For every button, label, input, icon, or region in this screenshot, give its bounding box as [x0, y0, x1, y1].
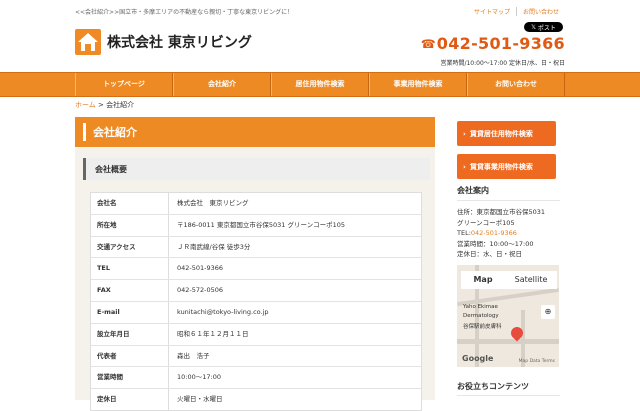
- nav-item-business[interactable]: 事業用物件検索: [369, 73, 467, 96]
- nav-item-residential[interactable]: 居住用物件検索: [271, 73, 369, 96]
- table-value: 042-501-9366: [168, 258, 421, 280]
- page-title-text: 会社紹介: [93, 126, 137, 139]
- useful-content-title: お役立ちコンテンツ: [457, 381, 560, 396]
- breadcrumb-home[interactable]: ホーム: [75, 101, 96, 109]
- table-label: TEL: [97, 264, 111, 273]
- google-logo: Google: [462, 354, 494, 363]
- sitemap-link[interactable]: サイトマップ: [468, 7, 516, 16]
- closed-line: 定休日：水、日・祝日: [457, 250, 522, 258]
- table-row: FAX 042-572-0506: [91, 280, 421, 302]
- table-row: E-mail kunitachi@tokyo-living.co.jp: [91, 301, 421, 324]
- contact-link[interactable]: お問い合わせ: [515, 7, 565, 16]
- hours-line: 営業時間：10:00〜17:00: [457, 239, 534, 248]
- top-links: サイトマップ お問い合わせ: [468, 7, 565, 16]
- table-label: 交通アクセス: [97, 242, 136, 251]
- map-tab[interactable]: Map: [461, 271, 505, 289]
- sidebar: › 賃貸居住用物件検索 › 賃貸事業用物件検索 会社案内 住所：東京都国立市谷保…: [457, 117, 568, 400]
- header: <<会社紹介>>国立市・多摩エリアの不動産なら親切・丁寧な東京リビングに！ サイ…: [0, 0, 640, 72]
- company-logo[interactable]: 株式会社 東京リビング: [75, 29, 252, 55]
- tel-line: TEL:042-501-9366: [457, 228, 568, 239]
- business-hours: 営業時間/10:00〜17:00 定休日/水、日・祝日: [440, 60, 565, 67]
- section-heading-text: 会社概要: [95, 165, 127, 174]
- map-label-3: 谷保駅前皮膚科: [463, 324, 502, 330]
- breadcrumb-separator: >: [98, 101, 104, 109]
- table-value: 株式会社 東京リビング: [168, 193, 421, 214]
- table-label: 設立年月日: [97, 329, 130, 338]
- table-value: 〒186-0011 東京都国立市谷保5031 グリーンコーポ105: [168, 214, 421, 236]
- site-tagline: <<会社紹介>>国立市・多摩エリアの不動産なら親切・丁寧な東京リビングに！: [75, 9, 294, 16]
- address-line-2: グリーンコーポ105: [457, 218, 515, 227]
- table-row: 所在地 〒186-0011 東京都国立市谷保5031 グリーンコーポ105: [91, 214, 421, 237]
- address-line-1: 住所：東京都国立市谷保5031: [457, 208, 546, 216]
- company-table: 会社名 株式会社 東京リビング 所在地 〒186-0011 東京都国立市谷保5031…: [90, 192, 422, 411]
- nav-item-company[interactable]: 会社紹介: [173, 73, 271, 96]
- table-label: 代表者: [97, 351, 117, 360]
- chevron-right-icon: ›: [463, 129, 466, 138]
- house-icon: [75, 29, 101, 55]
- business-search-label: 賃貸事業用物件検索: [469, 162, 533, 171]
- map-label-1: Yaho Ekimae: [463, 304, 498, 310]
- chevron-right-icon: ›: [463, 162, 466, 171]
- phone-number: 042-501-9366: [436, 34, 565, 53]
- breadcrumb: ホーム > 会社紹介: [75, 100, 134, 110]
- table-row: 代表者 森出 浩子: [91, 345, 421, 368]
- table-label: E-mail: [97, 307, 120, 316]
- google-map[interactable]: Map Satellite ⊕ Yaho Ekimae Dermatology …: [457, 265, 559, 367]
- table-value: 昭和６１年１２月１１日: [168, 323, 421, 345]
- business-search-button[interactable]: › 賃貸事業用物件検索: [457, 154, 556, 179]
- table-row: 会社名 株式会社 東京リビング: [91, 193, 421, 215]
- tel-label: TEL:: [457, 229, 471, 237]
- phone-block[interactable]: ☎ 042-501-9366: [421, 34, 565, 53]
- main-content: 会社紹介 会社概要 会社名 株式会社 東京リビング 所在地 〒186-0011 東京…: [75, 117, 435, 411]
- table-value: 042-572-0506: [168, 280, 421, 301]
- table-row: TEL 042-501-9366: [91, 258, 421, 281]
- map-zoom-icon[interactable]: ⊕: [541, 305, 555, 319]
- map-label-2: Dermatology: [463, 313, 499, 319]
- table-row: 交通アクセス ＪＲ南武線/谷保 徒歩3分: [91, 236, 421, 259]
- map-footer[interactable]: Map Data Terms: [519, 359, 555, 364]
- residential-search-button[interactable]: › 賃貸居住用物件検索: [457, 121, 556, 146]
- table-value: kunitachi@tokyo-living.co.jp: [168, 301, 421, 323]
- table-label: FAX: [97, 286, 111, 295]
- nav-item-top[interactable]: トップページ: [75, 73, 173, 96]
- table-value: 10:00〜17:00: [168, 367, 421, 389]
- company-name: 株式会社 東京リビング: [107, 35, 252, 51]
- company-guide-title: 会社案内: [457, 185, 560, 201]
- table-value: 森出 浩子: [168, 345, 421, 367]
- x-icon: 𝕏: [531, 23, 536, 31]
- company-panel: 会社概要 会社名 株式会社 東京リビング 所在地 〒186-0011 東京都国立市谷…: [75, 147, 435, 411]
- table-row: 営業時間 10:00〜17:00: [91, 367, 421, 390]
- nav-item-contact[interactable]: お問い合わせ: [467, 73, 565, 96]
- page-title: 会社紹介: [75, 117, 435, 147]
- company-guide-info: 住所：東京都国立市谷保5031 グリーンコーポ105 TEL:042-501-9…: [457, 207, 568, 260]
- tel-link[interactable]: 042-501-9366: [471, 229, 517, 237]
- table-value: ＪＲ南武線/谷保 徒歩3分: [168, 236, 421, 258]
- section-heading: 会社概要: [83, 158, 430, 180]
- table-label: 所在地: [97, 220, 117, 229]
- phone-icon: ☎: [420, 36, 436, 51]
- table-label: 会社名: [97, 199, 117, 207]
- residential-search-label: 賃貸居住用物件検索: [469, 129, 533, 138]
- x-post-label: ポスト: [537, 24, 556, 32]
- main-nav: トップページ 会社紹介 居住用物件検索 事業用物件検索 お問い合わせ: [0, 72, 640, 97]
- x-post-button[interactable]: 𝕏 ポスト: [524, 22, 563, 32]
- table-label: 営業時間: [97, 373, 123, 382]
- breadcrumb-current: 会社紹介: [106, 101, 135, 109]
- table-row: 設立年月日 昭和６１年１２月１１日: [91, 323, 421, 346]
- satellite-tab[interactable]: Satellite: [505, 271, 557, 289]
